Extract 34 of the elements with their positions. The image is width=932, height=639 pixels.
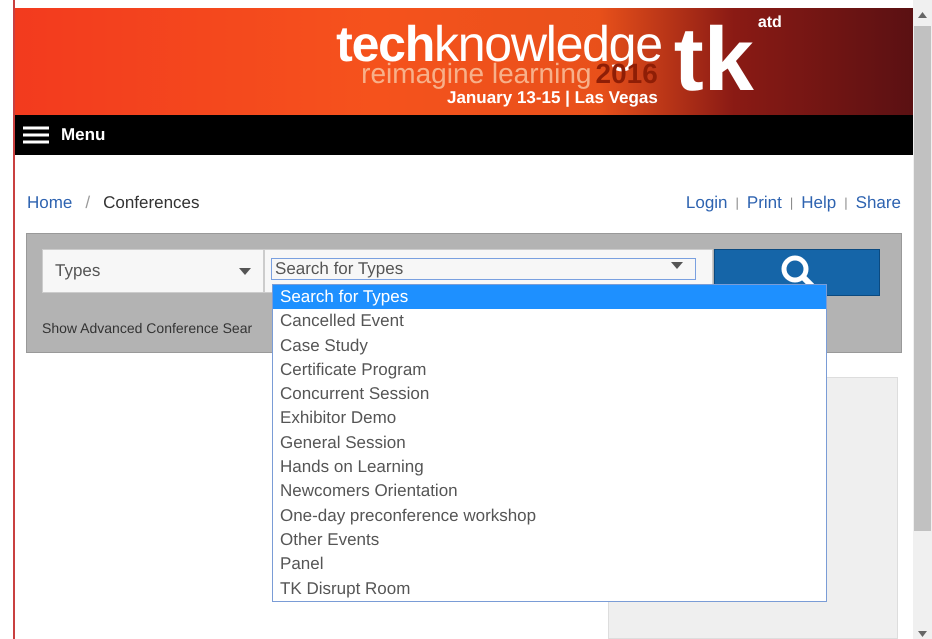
- caret-icon: [671, 262, 683, 269]
- caret-icon: [239, 268, 251, 274]
- link-separator: |: [736, 194, 739, 212]
- header-link[interactable]: Help: [801, 190, 836, 216]
- dropdown-option[interactable]: Panel: [273, 552, 826, 577]
- dropdown-option[interactable]: TK Disrupt Room: [273, 576, 826, 601]
- event-dates: January 13-15 | Las Vegas: [447, 88, 658, 108]
- breadcrumb-link[interactable]: Home: [27, 190, 72, 216]
- link-separator: |: [790, 194, 794, 212]
- breadcrumb-separator: /: [85, 192, 90, 214]
- link-separator: |: [844, 194, 848, 212]
- dropdown-option[interactable]: Other Events: [273, 528, 826, 552]
- dropdown-option[interactable]: Certificate Program: [273, 358, 826, 382]
- dropdown-option[interactable]: Cancelled Event: [273, 309, 826, 334]
- menu-button[interactable]: Menu: [23, 122, 106, 148]
- scroll-thumb[interactable]: [914, 26, 931, 531]
- breadcrumb-current: Conferences: [103, 192, 200, 214]
- menu-icon: [23, 126, 49, 144]
- dropdown-option[interactable]: One-day preconference workshop: [273, 504, 826, 528]
- dropdown-option[interactable]: Exhibitor Demo: [273, 406, 826, 431]
- dropdown-option[interactable]: General Session: [273, 430, 826, 456]
- scroll-up-icon: [918, 12, 927, 18]
- header-link[interactable]: Share: [856, 190, 901, 216]
- logo-mark: tk: [672, 10, 755, 110]
- header-link[interactable]: Print: [746, 190, 782, 216]
- dropdown-option[interactable]: Concurrent Session: [273, 382, 826, 406]
- dropdown-option[interactable]: Hands on Learning: [273, 455, 826, 480]
- scroll-down-icon: [918, 631, 927, 637]
- dropdown-option[interactable]: Case Study: [273, 334, 826, 358]
- category-select[interactable]: Types: [42, 249, 264, 293]
- logo-superscript: atd: [758, 14, 782, 32]
- scrollbar[interactable]: [913, 0, 932, 639]
- header-link[interactable]: Login: [686, 190, 728, 216]
- dropdown-option[interactable]: Newcomers Orientation: [273, 479, 826, 504]
